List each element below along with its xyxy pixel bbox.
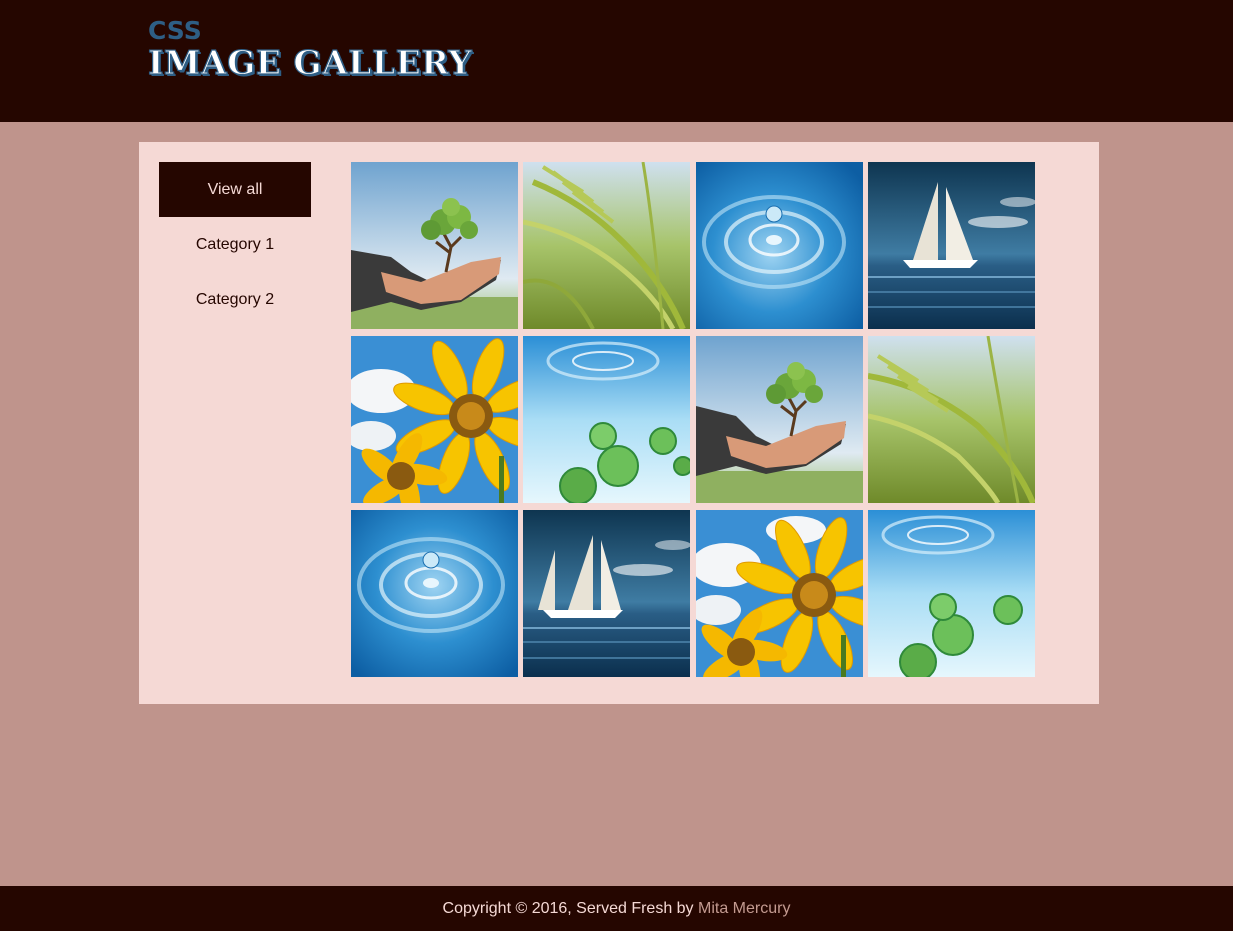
nav-category-2[interactable]: Category 2 [159,272,311,327]
gallery-image-sunflowers[interactable] [351,336,518,503]
nav-category-1[interactable]: Category 1 [159,217,311,272]
logo-title-text: IMAGE GALLERY [147,43,473,82]
gallery-image-water-bubbles[interactable] [868,510,1035,677]
gallery-image-wheat-field[interactable] [523,162,690,329]
gallery-image-water-droplet[interactable] [351,510,518,677]
gallery-image-wheat-field[interactable] [868,336,1035,503]
gallery-panel: View all Category 1 Category 2 [139,142,1099,704]
gallery-image-tree-in-hand[interactable] [696,336,863,503]
site-footer: Copyright © 2016, Served Fresh by Mita M… [0,886,1233,931]
gallery-image-tree-in-hand[interactable] [351,162,518,329]
gallery-image-sailboat[interactable] [523,510,690,677]
gallery-image-water-droplet[interactable] [696,162,863,329]
gallery-image-sailboat[interactable] [868,162,1035,329]
author-link[interactable]: Mita Mercury [698,900,790,917]
site-header: CSS IMAGE GALLERY [0,0,1233,122]
category-sidebar: View all Category 1 Category 2 [159,162,311,327]
site-logo[interactable]: CSS IMAGE GALLERY [147,16,473,83]
gallery-image-water-bubbles[interactable] [523,336,690,503]
copyright-text: Copyright © 2016, Served Fresh by [442,900,698,917]
gallery-image-sunflowers[interactable] [696,510,863,677]
logo-small-text: CSS [148,16,202,45]
nav-view-all[interactable]: View all [159,162,311,217]
